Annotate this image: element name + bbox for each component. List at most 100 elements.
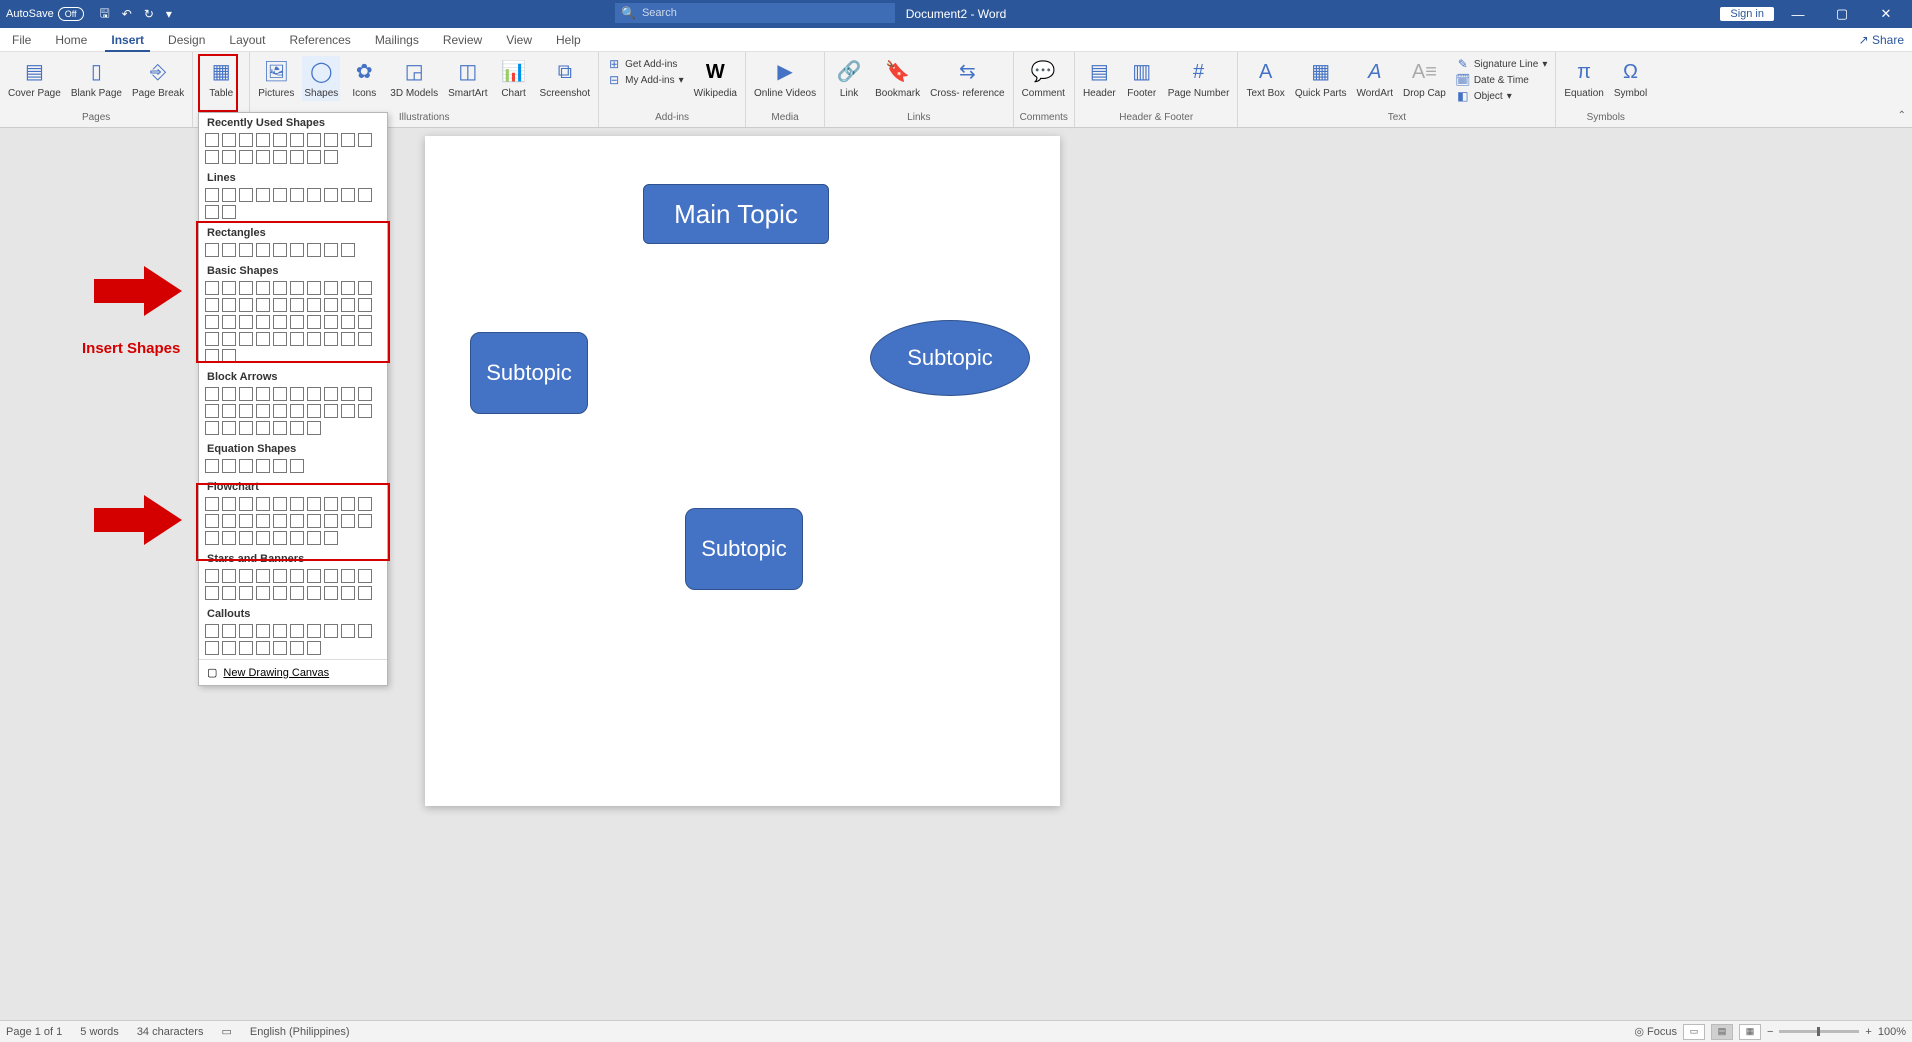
zoom-out-button[interactable]: −	[1767, 1026, 1773, 1038]
date-time-button[interactable]: 🗓Date & Time	[1454, 72, 1550, 88]
status-words[interactable]: 5 words	[80, 1026, 119, 1038]
focus-mode-button[interactable]: ◎ Focus	[1634, 1025, 1677, 1038]
section-block-arrows: Block Arrows	[199, 367, 387, 385]
shapes-dropdown: Recently Used Shapes Lines Rectangles Ba…	[198, 112, 388, 686]
shapes-button[interactable]: ◯Shapes	[302, 56, 340, 101]
section-stars-banners: Stars and Banners	[199, 549, 387, 567]
tab-review[interactable]: Review	[431, 28, 494, 52]
table-button[interactable]: ▦Table	[199, 56, 243, 101]
save-icon[interactable]: 🖫	[100, 4, 110, 25]
proofing-icon[interactable]: ▭	[221, 1025, 231, 1038]
group-label-comments: Comments	[1020, 112, 1068, 125]
view-print-layout[interactable]: ▤	[1711, 1024, 1733, 1040]
tab-mailings[interactable]: Mailings	[363, 28, 431, 52]
shapes-basic[interactable]	[199, 279, 387, 367]
shapes-block-arrows[interactable]	[199, 385, 387, 439]
maximize-icon[interactable]: ▢	[1822, 1, 1862, 27]
text-box-button[interactable]: AText Box	[1244, 56, 1286, 101]
my-addins-button[interactable]: ⊟My Add-ins ▾	[605, 72, 686, 88]
section-equation-shapes: Equation Shapes	[199, 439, 387, 457]
group-label-header-footer: Header & Footer	[1081, 112, 1232, 125]
smartart-button[interactable]: ◫SmartArt	[446, 56, 489, 101]
wikipedia-button[interactable]: WWikipedia	[692, 56, 739, 101]
cover-page-icon: ▤	[20, 58, 48, 86]
link-button[interactable]: 🔗Link	[831, 56, 867, 101]
shapes-equation[interactable]	[199, 457, 387, 477]
new-drawing-canvas-button[interactable]: ▢New Drawing Canvas	[199, 659, 387, 685]
signature-line-button[interactable]: ✎Signature Line ▾	[1454, 56, 1550, 72]
zoom-slider[interactable]	[1779, 1030, 1859, 1033]
collapse-ribbon-icon[interactable]: ⌃	[1898, 110, 1906, 121]
status-page[interactable]: Page 1 of 1	[6, 1026, 62, 1038]
shapes-rectangles[interactable]	[199, 241, 387, 261]
comment-button[interactable]: 💬Comment	[1020, 56, 1067, 101]
shape-main-topic[interactable]: Main Topic	[643, 184, 829, 244]
undo-icon[interactable]: ↶	[122, 7, 132, 21]
chevron-down-icon: ▾	[1542, 59, 1547, 70]
section-rectangles: Rectangles	[199, 223, 387, 241]
tab-layout[interactable]: Layout	[217, 28, 277, 52]
signin-button[interactable]: Sign in	[1720, 7, 1774, 21]
search-input[interactable]: 🔍 Search	[615, 3, 895, 23]
tab-insert[interactable]: Insert	[99, 28, 156, 52]
tab-view[interactable]: View	[494, 28, 544, 52]
cover-page-button[interactable]: ▤Cover Page	[6, 56, 63, 101]
status-language[interactable]: English (Philippines)	[250, 1026, 350, 1038]
3d-models-button[interactable]: ◲3D Models	[388, 56, 440, 101]
table-icon: ▦	[207, 58, 235, 86]
wordart-button[interactable]: AWordArt	[1355, 56, 1396, 101]
chart-button[interactable]: 📊Chart	[496, 56, 532, 101]
online-videos-button[interactable]: ▶Online Videos	[752, 56, 818, 101]
pictures-button[interactable]: 🖼Pictures	[256, 56, 296, 101]
zoom-in-button[interactable]: +	[1865, 1026, 1871, 1038]
get-addins-button[interactable]: ⊞Get Add-ins	[605, 56, 686, 72]
autosave-toggle[interactable]: AutoSave Off	[0, 7, 90, 21]
view-web-layout[interactable]: ▦	[1739, 1024, 1761, 1040]
status-characters[interactable]: 34 characters	[137, 1026, 204, 1038]
icons-button[interactable]: ✿Icons	[346, 56, 382, 101]
header-button[interactable]: ▤Header	[1081, 56, 1118, 101]
chevron-down-icon: ▾	[1507, 91, 1512, 102]
shapes-flowchart[interactable]	[199, 495, 387, 549]
tab-references[interactable]: References	[277, 28, 362, 52]
shapes-icon: ◯	[307, 58, 335, 86]
object-button[interactable]: ◧Object ▾	[1454, 88, 1550, 104]
shapes-stars-banners[interactable]	[199, 567, 387, 604]
tab-design[interactable]: Design	[156, 28, 217, 52]
shape-subtopic-3[interactable]: Subtopic	[685, 508, 803, 590]
equation-button[interactable]: πEquation	[1562, 56, 1605, 101]
shape-subtopic-2[interactable]: Subtopic	[870, 320, 1030, 396]
page-number-button[interactable]: #Page Number	[1166, 56, 1232, 101]
symbol-button[interactable]: ΩSymbol	[1612, 56, 1649, 101]
tab-home[interactable]: Home	[43, 28, 99, 52]
shapes-recently-used[interactable]	[199, 131, 387, 168]
tab-help[interactable]: Help	[544, 28, 593, 52]
page-break-button[interactable]: ⎆Page Break	[130, 56, 186, 101]
zoom-level[interactable]: 100%	[1878, 1026, 1906, 1038]
title-bar: AutoSave Off 🖫 ↶ ↻ ▾ Document2 - Word 🔍 …	[0, 0, 1912, 28]
symbol-icon: Ω	[1617, 58, 1645, 86]
screenshot-button[interactable]: ⧉Screenshot	[538, 56, 593, 101]
tab-file[interactable]: File	[0, 28, 43, 52]
redo-icon[interactable]: ↻	[144, 7, 154, 21]
view-read-mode[interactable]: ▭	[1683, 1024, 1705, 1040]
shapes-callouts[interactable]	[199, 622, 387, 659]
footer-button[interactable]: ▥Footer	[1124, 56, 1160, 101]
qat-customize-icon[interactable]: ▾	[166, 7, 172, 21]
arrow-to-basic-shapes	[94, 261, 184, 321]
document-page[interactable]: Main Topic Subtopic Subtopic Subtopic	[425, 136, 1060, 806]
cross-reference-button[interactable]: ⇆Cross- reference	[928, 56, 1006, 101]
blank-page-button[interactable]: ▯Blank Page	[69, 56, 124, 101]
drop-cap-button[interactable]: A≡Drop Cap	[1401, 56, 1448, 101]
shapes-lines[interactable]	[199, 186, 387, 223]
close-icon[interactable]: ✕	[1866, 1, 1906, 27]
section-recently-used: Recently Used Shapes	[199, 113, 387, 131]
screenshot-icon: ⧉	[551, 58, 579, 86]
online-videos-icon: ▶	[771, 58, 799, 86]
share-button[interactable]: ↗ Share	[1859, 33, 1904, 47]
quick-parts-button[interactable]: ▦Quick Parts	[1293, 56, 1349, 101]
bookmark-button[interactable]: 🔖Bookmark	[873, 56, 922, 101]
shape-subtopic-1[interactable]: Subtopic	[470, 332, 588, 414]
section-basic-shapes: Basic Shapes	[199, 261, 387, 279]
minimize-icon[interactable]: —	[1778, 1, 1818, 27]
